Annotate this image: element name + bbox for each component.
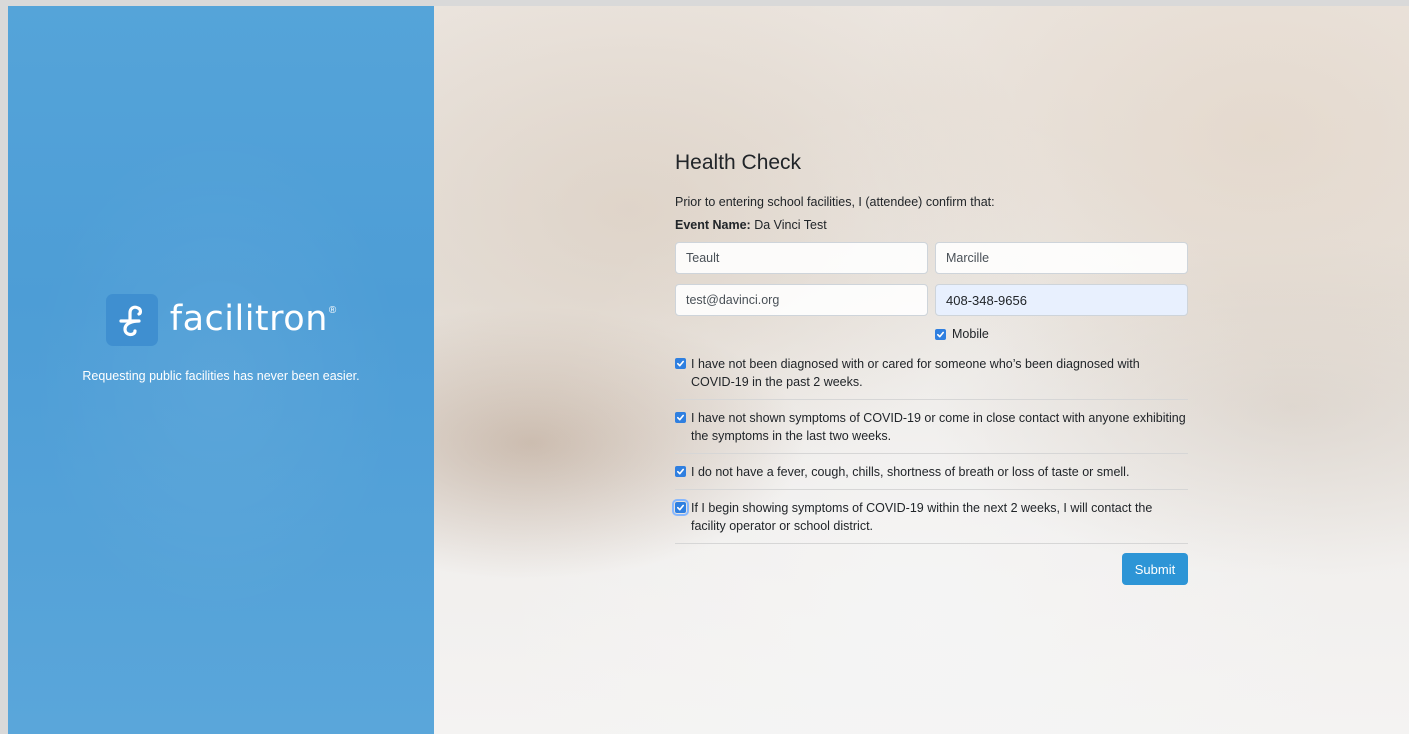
mobile-checkbox[interactable]: [935, 328, 946, 340]
confirmation-text: If I begin showing symptoms of COVID-19 …: [691, 501, 1153, 533]
event-name-label: Event Name:: [675, 218, 751, 232]
confirmation-text: I have not shown symptoms of COVID-19 or…: [691, 411, 1186, 443]
confirmation-checkbox[interactable]: [675, 412, 686, 423]
confirmation-item: I have not shown symptoms of COVID-19 or…: [675, 409, 1188, 454]
confirmation-checkbox[interactable]: [672, 499, 689, 516]
registered-mark: ®: [328, 304, 337, 316]
confirmation-item: I do not have a fever, cough, chills, sh…: [675, 463, 1188, 490]
submit-button[interactable]: Submit: [1122, 553, 1188, 585]
brand-tagline: Requesting public facilities has never b…: [82, 369, 360, 383]
confirmation-list: I have not been diagnosed with or cared …: [672, 355, 1188, 544]
confirmation-checkbox[interactable]: [675, 466, 686, 477]
last-name-field[interactable]: [935, 242, 1188, 274]
confirmation-text: I do not have a fever, cough, chills, sh…: [691, 465, 1130, 479]
facilitron-logo: facilitron ®: [8, 294, 434, 346]
event-name-value: Da Vinci Test: [754, 218, 827, 232]
phone-field[interactable]: [935, 284, 1188, 316]
confirmation-item: If I begin showing symptoms of COVID-19 …: [672, 499, 1188, 544]
facilitron-wordmark: facilitron: [169, 299, 328, 339]
health-check-form: Health Check Prior to entering school fa…: [672, 146, 1188, 585]
event-name: Event Name: Da Vinci Test: [675, 218, 1188, 232]
mobile-option: Mobile: [675, 327, 1188, 341]
form-intro: Prior to entering school facilities, I (…: [675, 195, 995, 209]
page-title: Health Check: [675, 151, 802, 174]
facilitron-logo-icon: [105, 294, 158, 346]
confirmation-item: I have not been diagnosed with or cared …: [675, 355, 1188, 400]
confirmation-text: I have not been diagnosed with or cared …: [691, 357, 1140, 389]
brand-panel: facilitron ® Requesting public facilities…: [8, 6, 434, 734]
mobile-label: Mobile: [952, 327, 989, 341]
first-name-field[interactable]: [675, 242, 928, 274]
confirmation-checkbox[interactable]: [675, 358, 686, 369]
page-frame: facilitron ® Requesting public facilities…: [8, 6, 1409, 734]
email-field[interactable]: [675, 284, 928, 316]
